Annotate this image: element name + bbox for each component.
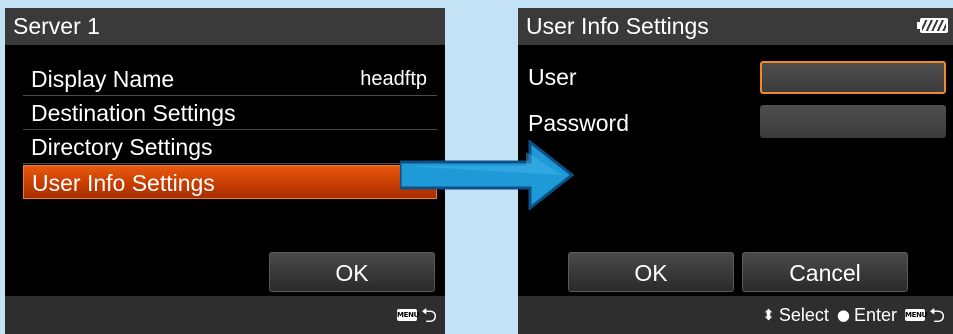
select-hint: Select	[778, 305, 829, 325]
menu-item-label: Destination Settings	[31, 100, 236, 126]
user-info-settings-screen: User Info Settings User Password OK Canc…	[518, 8, 953, 334]
password-label: Password	[528, 110, 629, 136]
server-settings-screen: Server 1 Display Name headftp Destinatio…	[5, 8, 445, 334]
menu-icon: MENU	[396, 309, 420, 321]
menu-item-directory-settings[interactable]: Directory Settings	[23, 130, 437, 164]
footer-controls: MENU ⮌	[396, 296, 437, 334]
footer-bar: MENU ⮌	[5, 296, 445, 334]
enter-hint: Enter	[853, 305, 897, 325]
screen-title: User Info Settings	[526, 13, 709, 39]
menu-icon: MENU	[904, 309, 928, 321]
menu-item-user-info-settings[interactable]: User Info Settings	[23, 165, 437, 199]
ok-button[interactable]: OK	[269, 252, 435, 292]
dot-icon: ●	[836, 306, 850, 324]
user-label: User	[528, 64, 577, 90]
menu-item-label: Display Name	[31, 66, 175, 92]
battery-icon	[917, 18, 948, 33]
menu-item-label: Directory Settings	[31, 134, 213, 160]
title-bar: Server 1	[5, 8, 445, 45]
footer-hints: ⬍ Select ● Enter MENU ⮌	[762, 296, 945, 334]
user-field[interactable]	[760, 61, 946, 94]
menu-item-display-name[interactable]: Display Name headftp	[23, 62, 437, 96]
menu-item-value: headftp	[360, 68, 427, 90]
right-arrow-icon	[400, 140, 575, 210]
updown-icon: ⬍	[762, 306, 775, 324]
ok-button[interactable]: OK	[568, 252, 734, 292]
title-bar: User Info Settings	[518, 8, 953, 45]
password-field[interactable]	[760, 105, 946, 138]
screen-title: Server 1	[13, 13, 100, 39]
footer-bar: ⬍ Select ● Enter MENU ⮌	[518, 296, 953, 334]
menu-item-label: User Info Settings	[32, 170, 215, 196]
menu-item-destination-settings[interactable]: Destination Settings	[23, 96, 437, 130]
return-icon: ⮌	[420, 303, 437, 327]
cancel-button[interactable]: Cancel	[742, 252, 908, 292]
return-icon: ⮌	[928, 303, 945, 327]
